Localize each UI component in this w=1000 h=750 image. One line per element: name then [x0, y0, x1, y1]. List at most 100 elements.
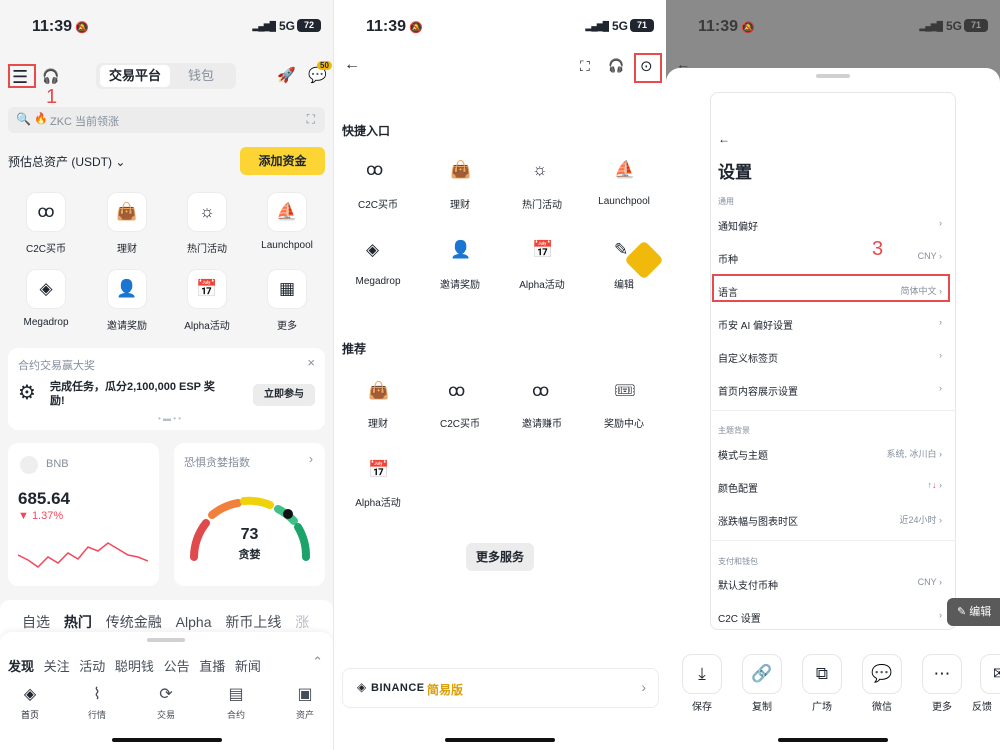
- alpha-icon[interactable]: 📅: [532, 240, 553, 260]
- up-down-color-icon: ↑↓: [927, 480, 937, 490]
- tab-smart-money[interactable]: 聪明钱: [115, 659, 154, 674]
- row-default-payment[interactable]: 默认支付币种 CNY ›: [718, 577, 942, 592]
- wallet-icon: ▣: [297, 686, 313, 703]
- tab-alpha[interactable]: Alpha: [176, 614, 212, 630]
- more-dots-icon[interactable]: ⋯: [922, 654, 962, 694]
- row-home-display[interactable]: 首页内容展示设置 ›: [718, 383, 942, 398]
- section-general: 通用: [718, 197, 734, 206]
- tab-announcement[interactable]: 公告: [164, 659, 190, 674]
- tab-gainers[interactable]: 涨: [295, 614, 309, 630]
- link-icon[interactable]: 🔗: [742, 654, 782, 694]
- row-change-timezone[interactable]: 涨跌幅与图表时区 近24小时 ›: [718, 513, 942, 528]
- tab-exchange[interactable]: 交易平台: [100, 65, 170, 87]
- tab-live[interactable]: 直播: [199, 659, 225, 674]
- c2c-icon[interactable]: ꝏ: [27, 193, 65, 231]
- tab-news[interactable]: 新闻: [235, 659, 261, 674]
- row-currency[interactable]: 币种 CNY ›: [718, 251, 942, 266]
- status-bar: 11:39 🔕 ▂▄▆█ 5G 72: [0, 14, 333, 38]
- invite-earn-icon[interactable]: ꝏ: [532, 381, 549, 401]
- row-c2c-settings[interactable]: C2C 设置 ›: [718, 610, 942, 625]
- share-label-square: 广场: [812, 702, 832, 713]
- quick-label-edit: 编辑: [614, 280, 634, 291]
- reward-center-icon[interactable]: 🎟: [614, 381, 636, 401]
- wechat-icon[interactable]: 💬: [862, 654, 902, 694]
- search-icon: 🔍: [16, 112, 31, 126]
- tab-new-listing[interactable]: 新币上线: [225, 614, 281, 630]
- nav-markets[interactable]: ⌇ 行情: [67, 684, 127, 721]
- fear-greed-card[interactable]: 恐惧贪婪指数 › 73 贪婪: [174, 443, 325, 586]
- search-bar[interactable]: 🔍 🔥 ZKC 当前领涨 ⛶: [8, 107, 325, 133]
- tab-wallet[interactable]: 钱包: [176, 65, 226, 87]
- drag-handle[interactable]: [816, 74, 850, 78]
- promo-title: 合约交易赢大奖: [18, 360, 95, 372]
- grid-label-megadrop: Megadrop: [23, 317, 69, 328]
- hot-activity-icon[interactable]: ☼: [532, 160, 548, 180]
- nav-assets[interactable]: ▣ 资产: [275, 684, 333, 721]
- tab-activity[interactable]: 活动: [79, 659, 105, 674]
- scan-icon[interactable]: ⛶: [307, 112, 315, 127]
- back-arrow-icon[interactable]: ←: [718, 132, 730, 146]
- add-funds-button[interactable]: 添加资金: [240, 147, 325, 175]
- nav-futures[interactable]: ▤ 合约: [206, 684, 266, 721]
- binance-lite-bar[interactable]: ◈ BINANCE 简易版 ›: [342, 668, 659, 708]
- chevron-up-icon[interactable]: ⌃: [312, 654, 323, 670]
- promo-card[interactable]: 合约交易赢大奖 × ⚙ 完成任务，瓜分2,100,000 ESP 奖励! 立即参…: [8, 348, 325, 430]
- row-mode-theme[interactable]: 模式与主题 系统, 冰川白 ›: [718, 447, 942, 462]
- alpha-icon[interactable]: 📅: [368, 460, 389, 480]
- edit-button[interactable]: ✎ 编辑: [947, 598, 1000, 626]
- row-notification[interactable]: 通知偏好 ›: [718, 218, 942, 233]
- rocket-icon[interactable]: 🚀: [277, 66, 296, 84]
- headset-icon[interactable]: 🎧: [608, 58, 624, 74]
- row-custom-tabs[interactable]: 自定义标签页 ›: [718, 350, 942, 365]
- nav-home[interactable]: ◈ 首页: [0, 684, 60, 721]
- tab-favorites[interactable]: 自选: [22, 614, 50, 630]
- nav-trade[interactable]: ⟳ 交易: [136, 684, 196, 721]
- square-icon[interactable]: ⧉: [802, 654, 842, 694]
- bnb-sparkline: [18, 542, 148, 568]
- row-color-config[interactable]: 颜色配置 ↑↓ ›: [718, 480, 942, 495]
- grid-label-launchpool: Launchpool: [261, 240, 313, 251]
- asset-label[interactable]: 预估总资产 (USDT) ⌄: [8, 153, 125, 170]
- share-label-copy: 复制: [752, 702, 772, 713]
- section-theme: 主题背景: [718, 426, 750, 435]
- more-icon[interactable]: ▦: [268, 270, 306, 308]
- chevron-right-icon: ›: [939, 317, 942, 327]
- finance-icon[interactable]: 👜: [108, 193, 146, 231]
- invite-icon[interactable]: 👤: [450, 240, 471, 260]
- join-button[interactable]: 立即参与: [253, 384, 315, 406]
- close-icon[interactable]: ×: [307, 355, 315, 370]
- network-label: 5G: [945, 19, 962, 33]
- save-icon[interactable]: ⤓: [682, 654, 722, 694]
- battery-icon: 71: [964, 19, 988, 32]
- recommend-title: 推荐: [342, 342, 367, 356]
- network-label: 5G: [611, 19, 628, 33]
- feedback-icon[interactable]: ✉: [980, 654, 1000, 694]
- megadrop-icon[interactable]: ◈: [366, 240, 379, 260]
- more-services-button[interactable]: 更多服务: [466, 543, 534, 571]
- c2c-icon[interactable]: ꝏ: [448, 381, 465, 401]
- share-label-feedback: 反馈: [972, 702, 992, 713]
- finance-icon[interactable]: 👜: [368, 381, 389, 401]
- finance-icon[interactable]: 👜: [450, 160, 471, 180]
- tab-discover[interactable]: 发现: [8, 659, 34, 674]
- row-ai-preferences[interactable]: 币安 AI 偏好设置 ›: [718, 317, 942, 332]
- alpha-icon[interactable]: 📅: [188, 270, 226, 308]
- launchpool-icon[interactable]: ⛵: [268, 193, 306, 231]
- tab-follow[interactable]: 关注: [44, 659, 70, 674]
- c2c-icon[interactable]: ꝏ: [366, 160, 383, 180]
- grid-label-c2c: C2C买币: [25, 244, 66, 255]
- tab-hot[interactable]: 热门: [64, 614, 92, 630]
- hot-activity-icon[interactable]: ☼: [188, 193, 226, 231]
- bnb-card[interactable]: BNB 685.64 ▼ 1.37%: [8, 443, 159, 586]
- headset-icon[interactable]: 🎧: [42, 68, 59, 85]
- tab-tradfi[interactable]: 传统金融: [106, 614, 162, 630]
- quick-label-launchpool: Launchpool: [598, 196, 650, 207]
- invite-icon[interactable]: 👤: [108, 270, 146, 308]
- megadrop-icon[interactable]: ◈: [27, 270, 65, 308]
- fear-title: 恐惧贪婪指数: [184, 457, 250, 469]
- launchpool-icon[interactable]: ⛵: [614, 160, 635, 180]
- grid-label-more: 更多: [277, 321, 297, 332]
- back-arrow-icon[interactable]: ←: [344, 56, 360, 74]
- drag-handle[interactable]: [147, 638, 185, 642]
- scan-icon[interactable]: ⛶: [580, 58, 590, 75]
